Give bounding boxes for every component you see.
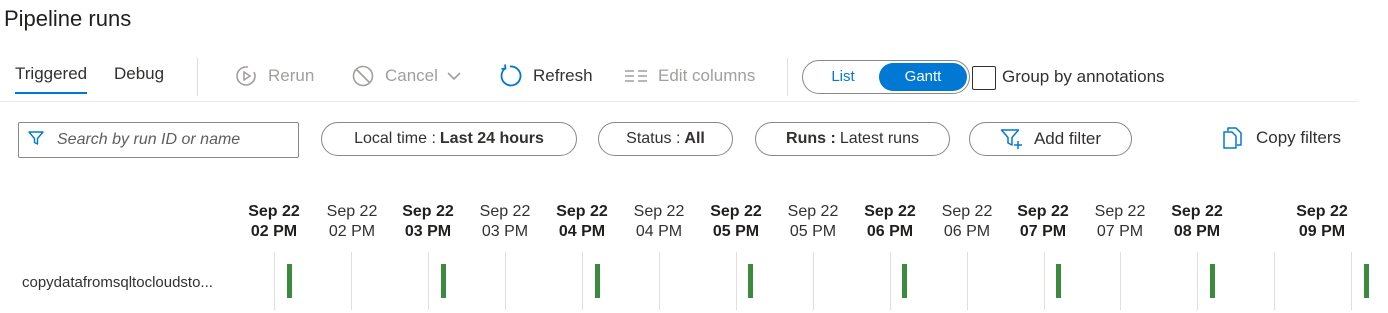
local-time-key: Local time : — [354, 130, 436, 147]
group-by-annotations-label: Group by annotations — [1002, 67, 1165, 86]
time-tick: Sep 22 07 PM — [1094, 203, 1146, 240]
grid-line — [1274, 252, 1275, 310]
search-placeholder: Search by run ID or name — [57, 131, 241, 148]
grid-line — [351, 252, 352, 310]
pipeline-run-bar[interactable] — [1056, 264, 1061, 298]
pipeline-run-bar[interactable] — [441, 264, 446, 298]
tab-triggered[interactable]: Triggered — [15, 64, 88, 94]
grid-line — [274, 252, 275, 310]
runs-key: Runs : — [786, 130, 836, 147]
grid-line — [967, 252, 968, 310]
grid-line — [659, 252, 660, 310]
add-filter-label: Add filter — [1033, 129, 1102, 148]
rerun-button[interactable]: Rerun — [234, 62, 314, 90]
columns-icon — [624, 66, 648, 86]
status-value: All — [684, 130, 705, 147]
gantt-chart: Sep 22 02 PM Sep 22 02 PM Sep 22 03 PM Sep … — [0, 196, 1388, 313]
local-time-value: Last 24 hours — [439, 130, 544, 147]
copy-filters-button[interactable]: Copy filters — [1222, 126, 1341, 150]
runs-value: Latest runs — [839, 130, 919, 147]
time-tick: Sep 22 05 PM — [787, 203, 839, 240]
pipeline-run-bar[interactable] — [287, 264, 292, 298]
status-filter[interactable]: Status : All — [598, 122, 733, 156]
pipeline-run-bar[interactable] — [748, 264, 753, 298]
add-filter-icon — [1000, 128, 1024, 150]
status-key: Status : — [626, 130, 681, 147]
rerun-label: Rerun — [268, 66, 315, 85]
runs-filter[interactable]: Runs : Latest runs — [755, 122, 950, 156]
chevron-down-icon[interactable] — [446, 68, 462, 84]
grid-line — [1044, 252, 1045, 310]
list-view-option[interactable]: List — [807, 63, 879, 91]
cancel-icon — [351, 64, 375, 88]
pipeline-run-bar[interactable] — [595, 264, 600, 298]
time-tick: Sep 22 05 PM — [710, 203, 762, 240]
copy-icon — [1222, 126, 1244, 150]
time-tick: Sep 22 09 PM — [1296, 203, 1348, 240]
rerun-icon — [234, 64, 258, 88]
pipeline-run-bar[interactable] — [902, 264, 907, 298]
grid-line — [1120, 252, 1121, 310]
pipeline-run-bar[interactable] — [1364, 264, 1369, 298]
grid-line — [1351, 252, 1352, 310]
pipeline-name[interactable]: copydatafromsqltocloudsto... — [22, 274, 213, 291]
time-tick: Sep 22 03 PM — [402, 203, 454, 240]
add-filter-button[interactable]: Add filter — [969, 122, 1132, 156]
local-time-filter[interactable]: Local time : Last 24 hours — [321, 122, 577, 156]
edit-columns-button[interactable]: Edit columns — [624, 62, 755, 90]
cancel-label: Cancel — [385, 66, 438, 85]
search-input[interactable]: Search by run ID or name — [18, 122, 299, 158]
time-tick: Sep 22 04 PM — [556, 203, 608, 240]
gantt-view-option[interactable]: Gantt — [879, 63, 967, 91]
time-tick: Sep 22 04 PM — [633, 203, 685, 240]
time-tick: Sep 22 02 PM — [248, 203, 300, 240]
time-tick: Sep 22 06 PM — [864, 203, 916, 240]
toolbar-divider — [787, 58, 788, 96]
refresh-icon — [497, 63, 523, 89]
grid-line — [736, 252, 737, 310]
pipeline-run-bar[interactable] — [1210, 264, 1215, 298]
toolbar: Triggered Debug Rerun Cancel Refresh Edi… — [0, 54, 1358, 102]
grid-line — [428, 252, 429, 310]
grid-line — [890, 252, 891, 310]
refresh-label: Refresh — [533, 66, 593, 85]
refresh-button[interactable]: Refresh — [497, 62, 593, 90]
page-title: Pipeline runs — [4, 6, 132, 31]
toolbar-divider — [197, 58, 198, 96]
copy-filters-label: Copy filters — [1256, 128, 1342, 147]
tab-debug[interactable]: Debug — [114, 64, 164, 92]
group-by-annotations-checkbox[interactable] — [972, 66, 996, 90]
filter-icon — [27, 129, 45, 152]
grid-line — [505, 252, 506, 310]
filter-bar: Search by run ID or name Local time : La… — [0, 118, 1388, 162]
grid-line — [582, 252, 583, 310]
time-tick: Sep 22 08 PM — [1171, 203, 1223, 240]
grid-line — [813, 252, 814, 310]
view-toggle: List Gantt — [802, 60, 970, 94]
edit-columns-label: Edit columns — [658, 66, 756, 85]
grid-line — [1197, 252, 1198, 310]
time-tick: Sep 22 07 PM — [1017, 203, 1069, 240]
time-tick: Sep 22 03 PM — [479, 203, 531, 240]
cancel-button[interactable]: Cancel — [351, 62, 462, 90]
time-tick: Sep 22 06 PM — [941, 203, 993, 240]
time-tick: Sep 22 02 PM — [326, 203, 378, 240]
